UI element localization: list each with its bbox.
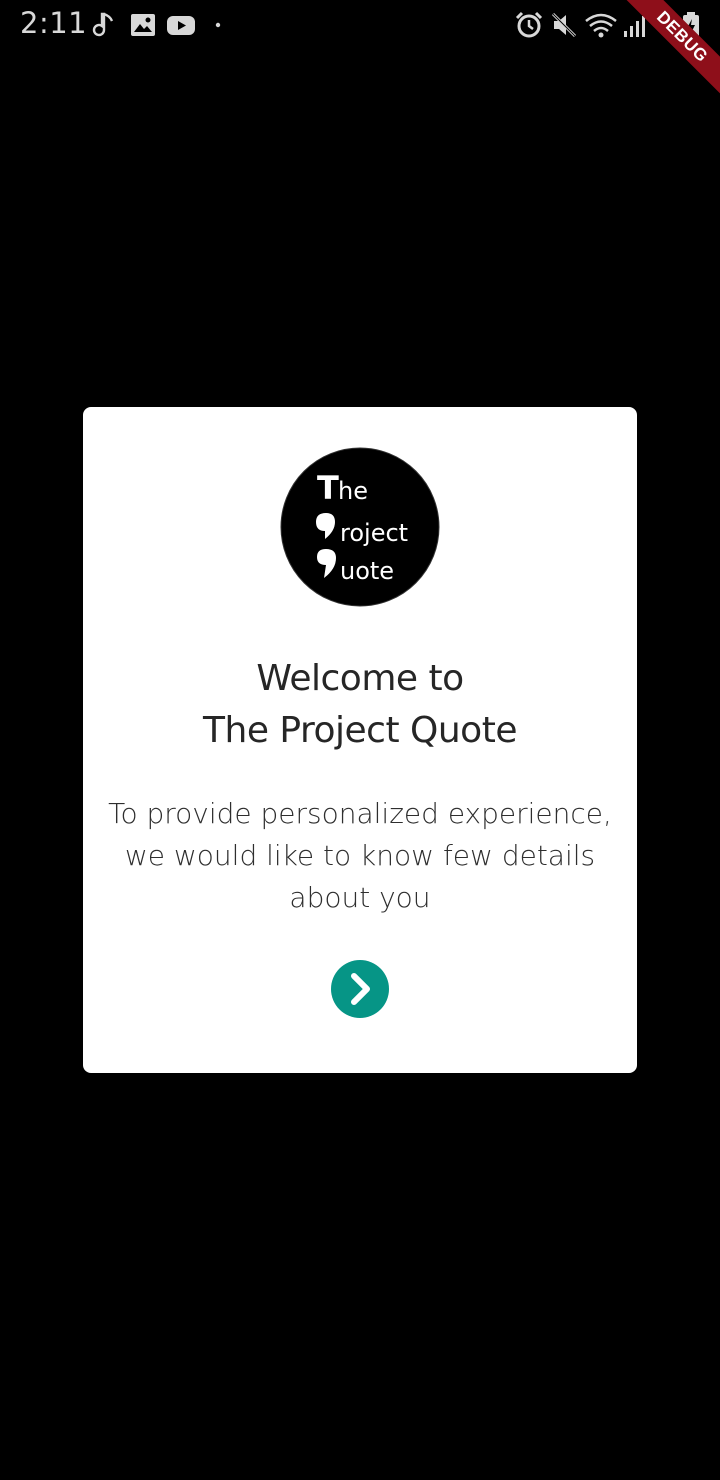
status-time: 2:11 [20, 6, 88, 40]
youtube-icon [166, 11, 196, 39]
dialog-description: To provide personalized experience, we w… [108, 797, 612, 914]
screen: 2:11 DEBUG T he roject uote Welcome to T… [0, 0, 720, 1480]
mute-icon [550, 11, 578, 39]
logo-line2: roject [340, 519, 408, 547]
debug-banner: DEBUG [610, 0, 720, 110]
music-note-icon [92, 11, 116, 39]
logo-line3: uote [340, 557, 394, 585]
title-line-2: The Project Quote [203, 710, 517, 751]
debug-label: DEBUG [616, 0, 720, 103]
chevron-right-icon [351, 973, 370, 1005]
app-logo: T he roject uote [280, 447, 440, 607]
welcome-dialog: T he roject uote Welcome to The Project … [83, 407, 637, 1073]
logo-initial-t: T [317, 469, 339, 507]
logo-line1: he [338, 477, 368, 505]
alarm-icon [514, 11, 544, 39]
title-line-1: Welcome to [256, 658, 464, 699]
next-button[interactable] [331, 960, 389, 1018]
dot-icon [212, 11, 224, 39]
image-icon [130, 11, 156, 39]
dialog-title: Welcome to The Project Quote [83, 653, 637, 757]
